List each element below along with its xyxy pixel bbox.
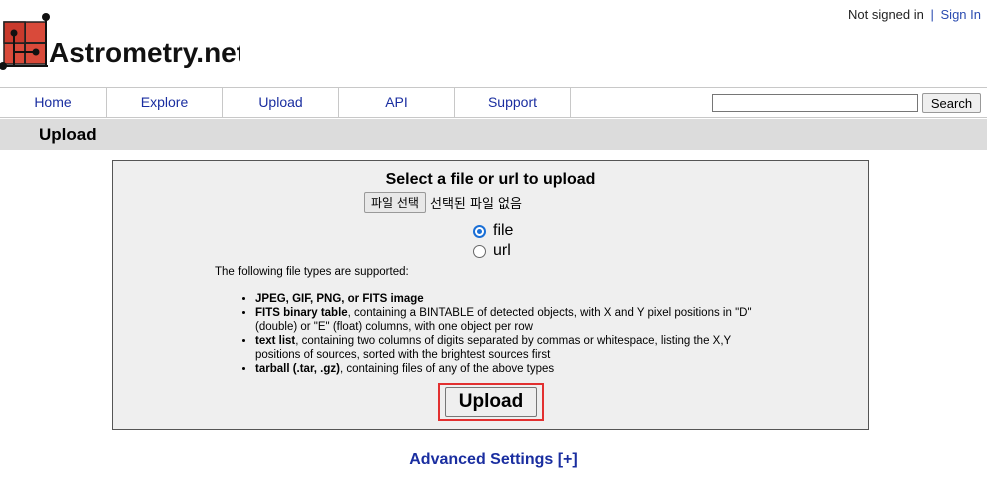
type-name: text list (255, 335, 296, 347)
upload-button[interactable]: Upload (445, 387, 537, 417)
auth-separator: | (930, 7, 934, 22)
nav-api[interactable]: API (339, 88, 455, 117)
supported-types-list: JPEG, GIF, PNG, or FITS image FITS binar… (215, 292, 760, 376)
type-desc: , containing two columns of digits separ… (255, 335, 731, 361)
logo-text: Astrometry.net (49, 37, 240, 68)
list-item: FITS binary table, containing a BINTABLE… (255, 306, 760, 334)
upload-panel: Select a file or url to upload 파일 선택 선택된… (112, 160, 869, 430)
source-option-url[interactable]: url (473, 241, 511, 261)
type-desc: , containing files of any of the above t… (340, 363, 555, 375)
sign-in-link[interactable]: Sign In (941, 7, 981, 22)
type-name: JPEG, GIF, PNG, or FITS image (255, 293, 424, 305)
type-name: FITS binary table (255, 307, 348, 319)
nav-support[interactable]: Support (455, 88, 571, 117)
page-title-bar: Upload (0, 119, 987, 150)
url-radio[interactable] (473, 244, 486, 258)
nav-upload[interactable]: Upload (223, 88, 339, 117)
auth-status: Not signed in (847, 7, 924, 22)
auth-area: Not signed in | Sign In (848, 7, 981, 22)
nav-explore[interactable]: Explore (107, 88, 223, 117)
search-button[interactable]: Search (922, 93, 981, 113)
type-name: tarball (.tar, .gz) (255, 363, 340, 375)
file-radio-label: file (493, 222, 514, 239)
source-option-file[interactable]: file (473, 221, 513, 241)
main-nav: Home Explore Upload API Support Search (0, 87, 987, 118)
choose-file-button[interactable]: 파일 선택 (364, 191, 426, 213)
list-item: tarball (.tar, .gz), containing files of… (255, 362, 760, 376)
upload-panel-title: Select a file or url to upload (385, 171, 596, 188)
search-input[interactable] (712, 94, 918, 112)
file-radio[interactable] (473, 224, 486, 238)
advanced-settings-link[interactable]: Advanced Settings [+] (0, 451, 987, 469)
site-logo[interactable]: Astrometry.net (0, 12, 240, 78)
file-status: 선택된 파일 없음 (429, 196, 522, 212)
url-radio-label: url (493, 242, 511, 259)
file-picker: 파일 선택 선택된 파일 없음 (364, 191, 522, 213)
page-title: Upload (39, 125, 97, 144)
list-item: JPEG, GIF, PNG, or FITS image (255, 292, 760, 306)
nav-home[interactable]: Home (0, 88, 107, 117)
supported-types-intro: The following file types are supported: (215, 266, 409, 278)
list-item: text list, containing two columns of dig… (255, 334, 760, 362)
astrometry-grid-logo-icon: Astrometry.net (0, 13, 240, 70)
